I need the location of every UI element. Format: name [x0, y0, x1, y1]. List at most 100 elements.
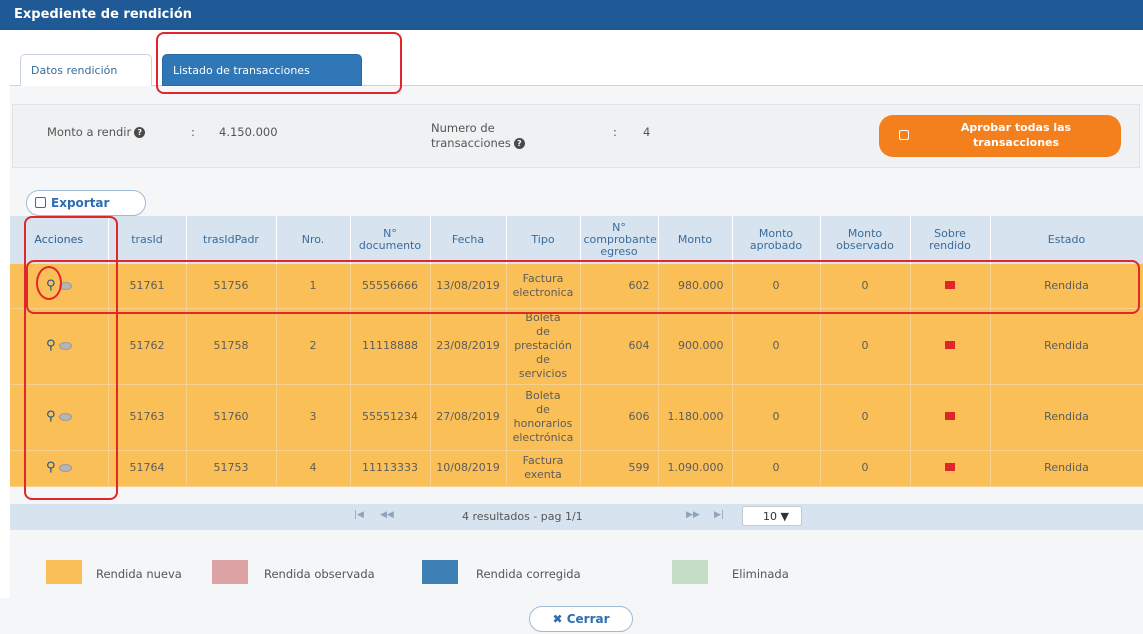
col-fecha-label: Fecha: [451, 233, 485, 246]
cell-comprobante: 604: [580, 308, 659, 385]
tipo-line: Boleta: [525, 389, 561, 402]
col-monto-observado[interactable]: Monto observado: [820, 216, 911, 264]
page-size-select[interactable]: 10 ▼: [742, 506, 802, 526]
cell-trasidpadre: 51760: [186, 384, 277, 451]
eye-icon[interactable]: [58, 464, 72, 472]
cell-documento: 11118888: [350, 308, 431, 385]
col-documento-l2: documento: [358, 239, 422, 252]
tipo-line: electronica: [512, 285, 574, 299]
transactions-table: Acciones trasId trasIdPadr Nro. N° docume…: [10, 216, 1143, 487]
col-trasidpadre-label: trasIdPadr: [203, 233, 259, 246]
help-icon[interactable]: ?: [134, 127, 146, 138]
col-estado[interactable]: Estado: [990, 216, 1143, 264]
table-header-row: Acciones trasId trasIdPadr Nro. N° docume…: [10, 216, 1143, 264]
monto-separator: :: [191, 125, 195, 139]
cell-fecha: 23/08/2019: [430, 308, 507, 385]
legend-swatch-eliminada: [672, 560, 708, 584]
col-trasid-label: trasId: [131, 233, 163, 246]
cell-tipo: Factura electronica: [506, 264, 581, 309]
approve-all-label: Aprobar todas las transacciones: [921, 120, 1111, 150]
export-label: Exportar: [51, 196, 110, 210]
cell-sobre-rendido: [910, 384, 991, 451]
col-trasid[interactable]: trasId: [108, 216, 187, 264]
cell-sobre-rendido: [910, 450, 991, 487]
cell-estado: Rendida: [990, 308, 1143, 385]
search-icon[interactable]: ⚲: [46, 460, 56, 475]
sobre-rendido-flag: [945, 412, 955, 420]
col-acciones[interactable]: Acciones: [10, 216, 109, 264]
tab-datos-rendicion[interactable]: Datos rendición: [20, 54, 152, 86]
cell-documento: 55556666: [350, 264, 431, 309]
sobre-rendido-flag: [945, 463, 955, 471]
row-actions: ⚲: [10, 450, 109, 487]
tipo-line: servicios: [518, 367, 568, 380]
close-button[interactable]: ✖ Cerrar: [529, 606, 633, 632]
col-sobre-rendido[interactable]: Sobre rendido: [910, 216, 991, 264]
tipo-line: electrónica: [512, 431, 574, 444]
prev-page-button[interactable]: ◀◀: [380, 510, 394, 520]
footer-bar: ✖ Cerrar: [0, 598, 1143, 634]
numero-label: transacciones?: [431, 136, 525, 150]
cell-fecha: 13/08/2019: [430, 264, 507, 309]
col-nro[interactable]: Nro.: [276, 216, 351, 264]
cell-trasidpadre: 51756: [186, 264, 277, 309]
col-nro-label: Nro.: [301, 233, 325, 246]
tipo-line: Factura: [522, 271, 564, 285]
col-comprobante-l2: comprobante egreso: [583, 233, 657, 258]
cell-fecha: 10/08/2019: [430, 450, 507, 487]
help-icon[interactable]: ?: [513, 138, 525, 149]
cell-nro: 1: [276, 264, 351, 309]
cell-comprobante: 599: [580, 450, 659, 487]
eye-icon[interactable]: [58, 342, 72, 350]
eye-icon[interactable]: [58, 281, 72, 290]
eye-icon[interactable]: [58, 413, 72, 421]
cell-estado: Rendida: [990, 450, 1143, 487]
cell-sobre-rendido: [910, 264, 991, 309]
col-monto-observado-l2: observado: [836, 239, 894, 252]
pagination-info: 4 resultados - pag 1/1: [462, 510, 583, 523]
tipo-line: exenta: [524, 468, 562, 481]
col-tipo[interactable]: Tipo: [506, 216, 581, 264]
table-row[interactable]: ⚲ 51764 51753 4 11113333 10/08/2019 Fact…: [10, 450, 1143, 487]
legend-label-corregida: Rendida corregida: [476, 567, 581, 581]
table-row[interactable]: ⚲ 51761 51756 1 55556666 13/08/2019 Fact…: [10, 264, 1143, 309]
search-icon[interactable]: ⚲: [46, 409, 56, 424]
close-icon: ✖: [552, 612, 563, 626]
table-row[interactable]: ⚲ 51763 51760 3 55551234 27/08/2019 Bole…: [10, 384, 1143, 451]
tipo-line: honorarios: [513, 417, 573, 430]
col-monto-aprobado[interactable]: Monto aprobado: [732, 216, 821, 264]
row-actions: ⚲: [10, 308, 109, 385]
cell-nro: 3: [276, 384, 351, 451]
cell-fecha: 27/08/2019: [430, 384, 507, 451]
col-monto[interactable]: Monto: [658, 216, 733, 264]
cell-estado: Rendida: [990, 384, 1143, 451]
export-button[interactable]: Exportar: [26, 190, 146, 216]
legend-swatch-corregida: [422, 560, 458, 584]
summary-box: Monto a rendir? : 4.150.000 Numero de tr…: [12, 104, 1140, 168]
search-icon[interactable]: ⚲: [46, 338, 56, 353]
approve-line2: transacciones: [972, 136, 1060, 149]
search-icon[interactable]: ⚲: [46, 278, 56, 293]
col-tipo-label: Tipo: [531, 233, 555, 246]
col-comprobante[interactable]: N° comprobante egreso: [580, 216, 659, 264]
tab-listado-transacciones[interactable]: Listado de transacciones: [162, 54, 362, 86]
legend-label-observada: Rendida observada: [264, 567, 375, 581]
col-fecha[interactable]: Fecha: [430, 216, 507, 264]
row-actions: ⚲: [10, 264, 109, 309]
approve-line1: Aprobar todas las: [960, 121, 1072, 134]
first-page-button[interactable]: |◀: [354, 510, 364, 520]
numero-value: 4: [643, 125, 651, 139]
excel-icon: [35, 197, 46, 208]
col-trasidpadre[interactable]: trasIdPadr: [186, 216, 277, 264]
next-page-button[interactable]: ▶▶: [686, 510, 700, 520]
approve-all-button[interactable]: Aprobar todas las transacciones: [879, 115, 1121, 157]
sobre-rendido-flag: [945, 341, 955, 349]
cell-monto-aprobado: 0: [732, 384, 821, 451]
table-row[interactable]: ⚲ 51762 51758 2 11118888 23/08/2019 Bole…: [10, 308, 1143, 385]
row-actions: ⚲: [10, 384, 109, 451]
monto-label-text: Monto a rendir: [47, 125, 132, 139]
col-documento[interactable]: N° documento: [350, 216, 431, 264]
monto-value: 4.150.000: [219, 125, 278, 139]
last-page-button[interactable]: ▶|: [714, 510, 724, 520]
close-label: Cerrar: [566, 612, 610, 626]
